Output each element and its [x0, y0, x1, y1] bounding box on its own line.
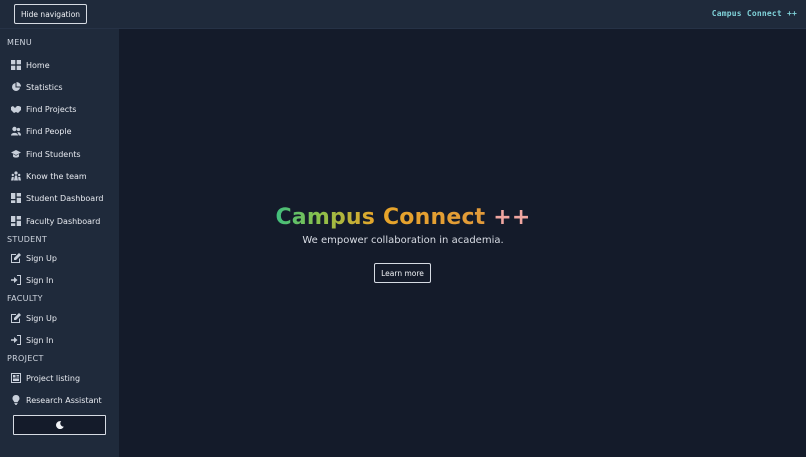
- graduation-cap-icon: [10, 149, 21, 160]
- sidebar: MENU Home Statistics Find Projects Find …: [0, 29, 119, 457]
- sidebar-item-label: Know the team: [26, 171, 87, 181]
- sidebar-item-label: Research Assistant: [26, 395, 102, 405]
- sidebar-item-find-people[interactable]: Find People: [10, 124, 72, 138]
- sidebar-item-faculty-sign-up[interactable]: Sign Up: [10, 311, 57, 325]
- dashboard-icon: [10, 216, 21, 227]
- hero-subtitle: We empower collaboration in academia.: [302, 235, 504, 246]
- sidebar-item-label: Find People: [26, 126, 72, 136]
- hide-navigation-button[interactable]: Hide navigation: [14, 4, 87, 24]
- sidebar-item-find-projects[interactable]: Find Projects: [10, 102, 76, 116]
- sidebar-item-label: Sign Up: [26, 253, 57, 263]
- moon-icon: [55, 421, 64, 429]
- sidebar-item-label: Sign In: [26, 335, 54, 345]
- sidebar-item-know-the-team[interactable]: Know the team: [10, 169, 87, 183]
- top-bar: Hide navigation Campus Connect ++: [0, 0, 806, 29]
- sidebar-item-label: Student Dashboard: [26, 193, 104, 203]
- sidebar-item-label: Project listing: [26, 373, 81, 383]
- sidebar-item-label: Faculty Dashboard: [26, 216, 101, 226]
- grid-icon: [10, 60, 21, 71]
- lightbulb-icon: [10, 395, 21, 406]
- hero-title-part2: Connect: [382, 205, 486, 230]
- edit-icon: [10, 253, 21, 264]
- learn-more-button[interactable]: Learn more: [374, 263, 431, 283]
- sidebar-item-find-students[interactable]: Find Students: [10, 147, 81, 161]
- pie-chart-icon: [10, 82, 21, 93]
- main-content: Campus Connect ++ We empower collaborati…: [119, 29, 806, 457]
- section-faculty: FACULTY: [7, 294, 43, 303]
- sidebar-item-student-sign-in[interactable]: Sign In: [10, 273, 53, 287]
- hero-title-part3: ++: [493, 205, 531, 230]
- team-icon: [10, 171, 21, 182]
- users-icon: [10, 126, 21, 137]
- listing-icon: [10, 373, 21, 384]
- sidebar-item-label: Statistics: [26, 82, 63, 92]
- sidebar-item-label: Sign Up: [26, 313, 57, 323]
- sidebar-item-label: Find Students: [26, 149, 81, 159]
- hero-title-part1: Campus: [275, 205, 376, 230]
- section-project: PROJECT: [7, 354, 44, 363]
- hero-title: Campus Connect ++: [119, 205, 687, 230]
- sidebar-item-label: Home: [26, 60, 50, 70]
- sidebar-item-label: Find Projects: [26, 104, 77, 114]
- sign-in-icon: [10, 275, 21, 286]
- sidebar-item-project-listing[interactable]: Project listing: [10, 371, 80, 385]
- edit-icon: [10, 313, 21, 324]
- sidebar-item-student-dashboard[interactable]: Student Dashboard: [10, 191, 103, 205]
- section-menu: MENU: [7, 38, 32, 47]
- sidebar-item-home[interactable]: Home: [10, 58, 50, 72]
- dashboard-icon: [10, 193, 21, 204]
- sidebar-item-label: Sign In: [26, 275, 54, 285]
- brand-title: Campus Connect ++: [711, 9, 797, 18]
- sign-in-icon: [10, 335, 21, 346]
- sidebar-item-statistics[interactable]: Statistics: [10, 80, 63, 94]
- section-student: STUDENT: [7, 235, 48, 244]
- sidebar-item-student-sign-up[interactable]: Sign Up: [10, 251, 57, 265]
- sidebar-item-research-assistant[interactable]: Research Assistant: [10, 393, 102, 407]
- handshake-icon: [10, 104, 21, 115]
- sidebar-item-faculty-dashboard[interactable]: Faculty Dashboard: [10, 214, 100, 228]
- theme-toggle-button[interactable]: [13, 415, 106, 435]
- sidebar-item-faculty-sign-in[interactable]: Sign In: [10, 333, 53, 347]
